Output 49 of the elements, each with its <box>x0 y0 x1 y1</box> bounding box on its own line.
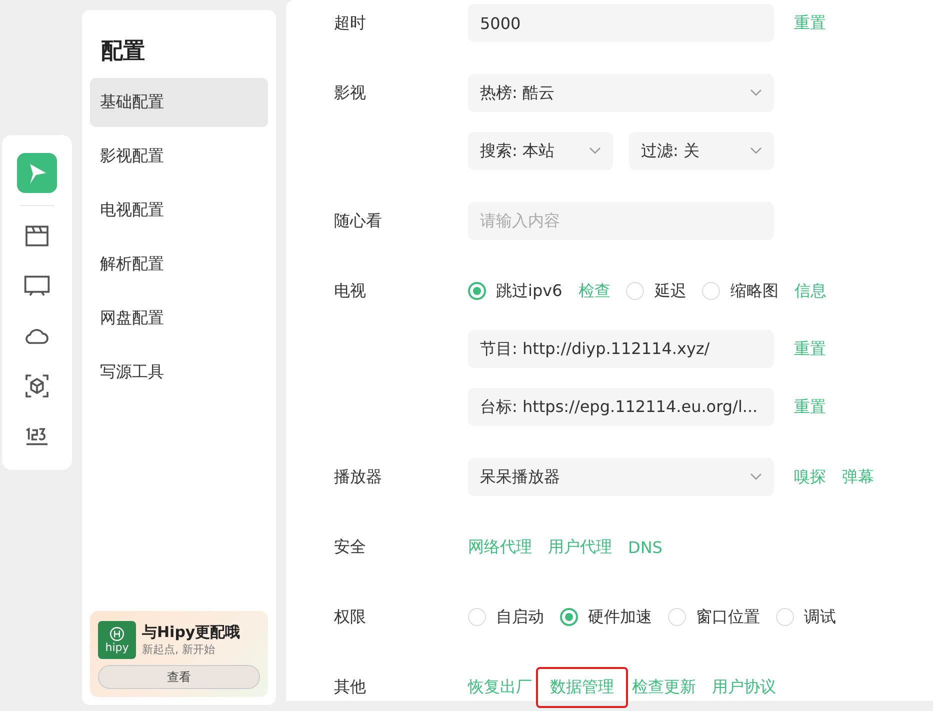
chevron-down-icon <box>750 147 762 155</box>
radio-option[interactable]: 窗口位置 <box>668 606 760 628</box>
sidebar-item[interactable]: 电视配置 <box>90 186 268 235</box>
setting-label: 随心看 <box>334 210 383 232</box>
chevron-down-icon <box>750 473 762 481</box>
radio-label: 硬件加速 <box>588 606 652 628</box>
radio-option[interactable]: 缩略图 <box>702 280 778 302</box>
dropdown[interactable]: 搜索: 本站 <box>468 132 613 170</box>
view-button[interactable]: 查看 <box>98 665 260 689</box>
radio-label: 窗口位置 <box>696 606 760 628</box>
radio-label: 自启动 <box>496 606 544 628</box>
app-logo-icon[interactable] <box>17 153 57 193</box>
radio-label: 跳过ipv6 <box>496 280 562 302</box>
sidebar-item[interactable]: 基础配置 <box>90 78 268 127</box>
radio-label: 延迟 <box>654 280 686 302</box>
setting-label: 权限 <box>334 606 367 628</box>
radio-option[interactable]: 延迟 <box>626 280 686 302</box>
radio-label: 缩略图 <box>730 280 778 302</box>
sidebar-item[interactable]: 解析配置 <box>90 240 268 289</box>
setting-label: 电视 <box>334 280 367 302</box>
sidebar-title: 配置 <box>100 38 146 66</box>
radio-button[interactable] <box>560 608 578 626</box>
input-field[interactable]: 5000 <box>468 4 774 42</box>
radio-button[interactable] <box>468 282 486 300</box>
logo-text: hipy <box>105 642 129 654</box>
sidebar-item[interactable]: 影视配置 <box>90 132 268 181</box>
chevron-down-icon <box>589 147 601 155</box>
promo-subtitle: 新起点, 新开始 <box>142 642 216 657</box>
dropdown[interactable]: 过滤: 关 <box>629 132 774 170</box>
setting-label: 超时 <box>334 12 367 34</box>
radio-option[interactable]: 跳过ipv6 <box>468 280 562 302</box>
dropdown[interactable]: 热榜: 酷云 <box>468 74 774 112</box>
radio-option[interactable]: 硬件加速 <box>560 606 652 628</box>
setting-label: 播放器 <box>334 466 383 488</box>
radio-option[interactable]: 调试 <box>776 606 836 628</box>
setting-label: 安全 <box>334 536 367 558</box>
h-icon <box>109 626 125 642</box>
setting-label: 影视 <box>334 82 367 104</box>
cube-icon[interactable] <box>23 372 51 400</box>
sidebar-item[interactable]: 写源工具 <box>90 348 268 397</box>
chevron-down-icon <box>750 89 762 97</box>
radio-label: 调试 <box>804 606 836 628</box>
dropdown[interactable]: 呆呆播放器 <box>468 458 774 496</box>
sidebar-item[interactable]: 网盘配置 <box>90 294 268 343</box>
input-field[interactable]: 节目: http://diyp.112114.xyz/ <box>468 330 774 368</box>
promo-title: 与Hipy更配哦 <box>142 623 240 642</box>
radio-option[interactable]: 自启动 <box>468 606 544 628</box>
input-field[interactable]: 台标: https://epg.112114.eu.org/l... <box>468 388 774 426</box>
setting-label: 其他 <box>334 676 367 698</box>
